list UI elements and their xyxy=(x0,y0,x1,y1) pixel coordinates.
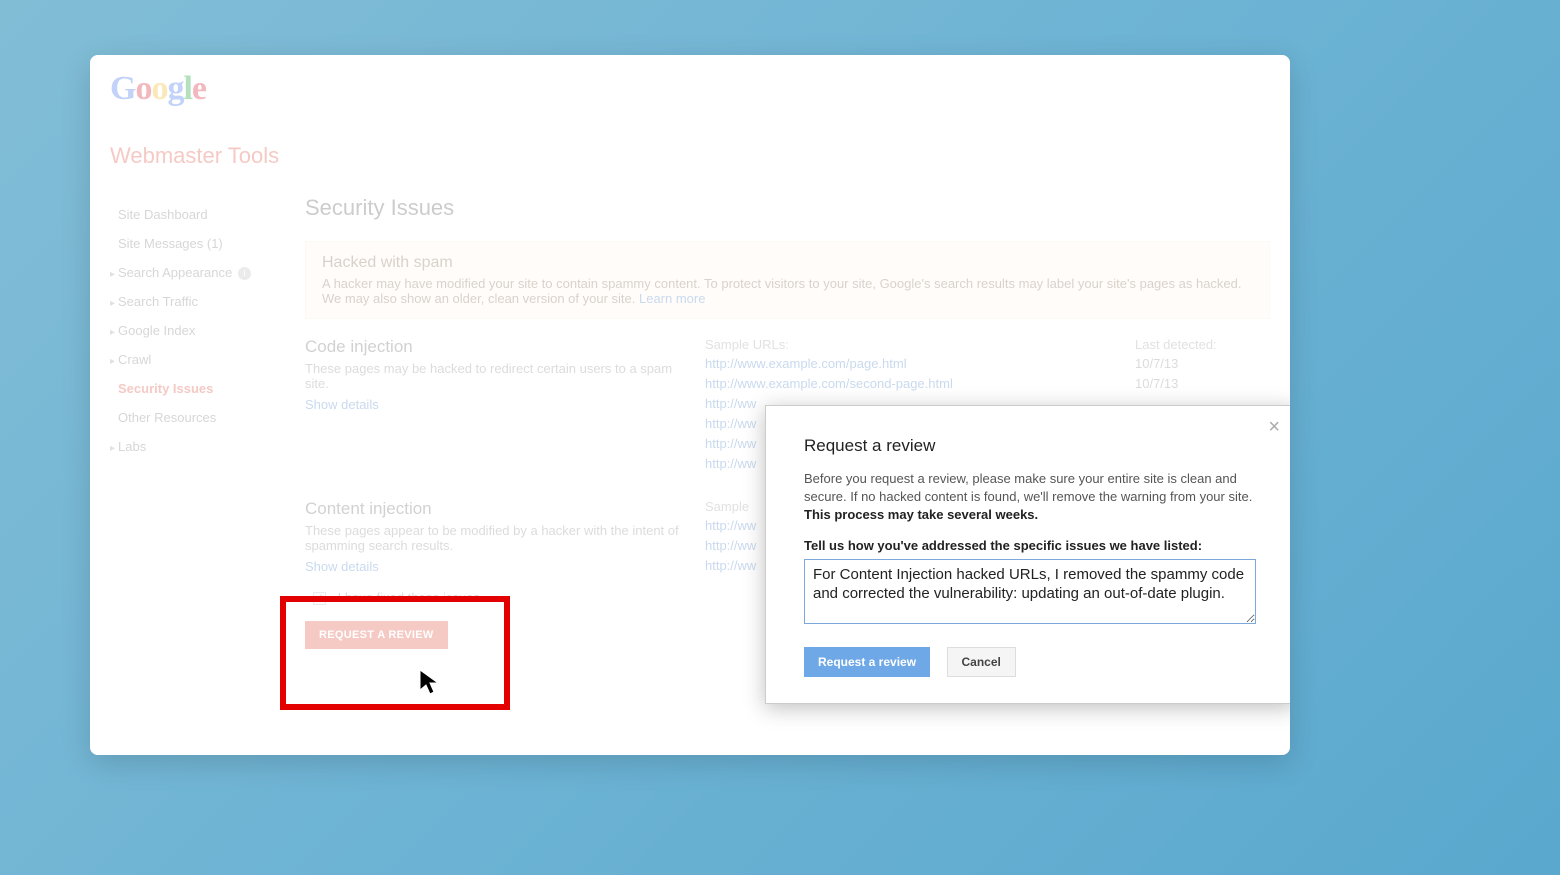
modal-submit-button[interactable]: Request a review xyxy=(804,647,930,677)
sidebar-item-label: Search Appearance xyxy=(118,265,232,280)
google-logo: Google xyxy=(110,70,206,108)
modal-intro: Before you request a review, please make… xyxy=(804,470,1256,524)
modal-title: Request a review xyxy=(804,436,1256,456)
learn-more-link[interactable]: Learn more xyxy=(639,291,705,306)
sample-url[interactable]: http://www.example.com/page.html xyxy=(705,354,1135,374)
request-review-modal: × Request a review Before you request a … xyxy=(765,405,1290,704)
issue-desc: These pages appear to be modified by a h… xyxy=(305,523,695,553)
issue-title: Code injection xyxy=(305,337,695,357)
detected-date: 10/7/13 xyxy=(1135,374,1255,394)
sidebar-item-other-resources[interactable]: Other Resources xyxy=(104,403,294,432)
app-window: Google Webmaster Tools Site Dashboard Si… xyxy=(90,55,1290,755)
product-title: Webmaster Tools xyxy=(110,143,279,169)
issue-desc: These pages may be hacked to redirect ce… xyxy=(305,361,695,391)
alert-hacked-with-spam: Hacked with spam A hacker may have modif… xyxy=(305,241,1270,319)
show-details-link[interactable]: Show details xyxy=(305,397,379,412)
sidebar-item-label: Other Resources xyxy=(118,410,216,425)
sidebar-item-labs[interactable]: ▸Labs xyxy=(104,432,294,461)
sidebar-item-label: Site Dashboard xyxy=(118,207,208,222)
alert-body: A hacker may have modified your site to … xyxy=(322,276,1242,306)
modal-field-label: Tell us how you've addressed the specifi… xyxy=(804,538,1256,553)
page-title: Security Issues xyxy=(305,195,1270,221)
modal-intro-bold: This process may take several weeks. xyxy=(804,507,1038,522)
sidebar-item-label: Security Issues xyxy=(118,381,213,396)
issue-title: Content injection xyxy=(305,499,695,519)
modal-intro-text: Before you request a review, please make… xyxy=(804,471,1252,504)
request-review-button[interactable]: REQUEST A REVIEW xyxy=(305,621,448,649)
alert-title: Hacked with spam xyxy=(322,254,1253,272)
sidebar-item-security-issues[interactable]: Security Issues xyxy=(104,374,294,403)
sidebar-item-label: Crawl xyxy=(118,352,151,367)
modal-cancel-button[interactable]: Cancel xyxy=(947,647,1016,677)
info-icon[interactable]: i xyxy=(238,267,251,280)
sidebar-item-search-traffic[interactable]: ▸Search Traffic xyxy=(104,287,294,316)
sidebar-item-label: Search Traffic xyxy=(118,294,198,309)
sidebar-item-site-messages[interactable]: Site Messages (1) xyxy=(104,229,294,258)
fix-confirmation-area: I have fixed these issues REQUEST A REVI… xyxy=(305,590,480,649)
sidebar: Site Dashboard Site Messages (1) ▸Search… xyxy=(104,200,294,461)
close-icon[interactable]: × xyxy=(1268,416,1280,439)
sidebar-item-label: Google Index xyxy=(118,323,195,338)
sample-url[interactable]: http://www.example.com/second-page.html xyxy=(705,374,1135,394)
review-explanation-textarea[interactable] xyxy=(804,559,1256,624)
checkbox-icon[interactable] xyxy=(313,592,326,605)
sidebar-item-search-appearance[interactable]: ▸Search Appearance i xyxy=(104,258,294,287)
detected-date: 10/7/13 xyxy=(1135,354,1255,374)
sidebar-item-google-index[interactable]: ▸Google Index xyxy=(104,316,294,345)
sidebar-item-label: Labs xyxy=(118,439,146,454)
fixed-issues-checkbox-row[interactable]: I have fixed these issues xyxy=(305,590,480,605)
show-details-link[interactable]: Show details xyxy=(305,559,379,574)
sidebar-item-site-dashboard[interactable]: Site Dashboard xyxy=(104,200,294,229)
sidebar-item-crawl[interactable]: ▸Crawl xyxy=(104,345,294,374)
sidebar-item-label: Site Messages (1) xyxy=(118,236,223,251)
column-header-sample-urls: Sample URLs: xyxy=(705,337,1135,352)
column-header-last-detected: Last detected: xyxy=(1135,337,1255,352)
checkbox-label: I have fixed these issues xyxy=(338,590,480,605)
